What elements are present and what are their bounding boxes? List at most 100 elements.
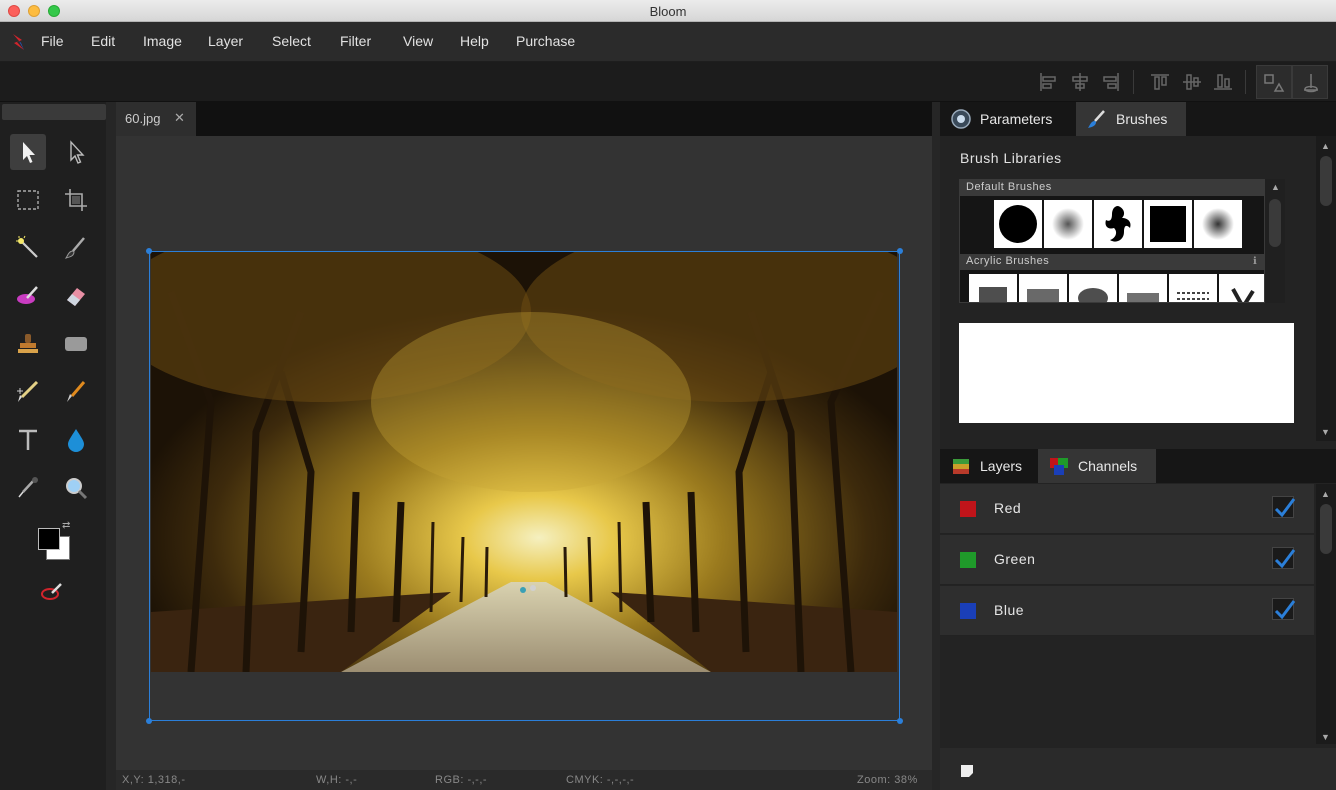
parameters-icon — [951, 109, 971, 129]
channel-row-blue[interactable]: Blue — [940, 586, 1314, 636]
red-channel-checkbox[interactable] — [1272, 496, 1296, 518]
menu-filter[interactable]: Filter — [340, 33, 371, 49]
tab-channels[interactable]: Channels — [1038, 449, 1156, 483]
direct-select-tool[interactable] — [58, 134, 94, 170]
smudge-tool[interactable] — [10, 278, 46, 314]
brush-tool[interactable] — [58, 230, 94, 266]
marquee-tool[interactable] — [10, 182, 46, 218]
brushes-panel-scrollbar[interactable]: ▲ ▼ — [1316, 136, 1336, 441]
align-top-icon[interactable] — [1148, 70, 1172, 94]
channels-panel-scrollbar[interactable]: ▲ ▼ — [1316, 484, 1336, 744]
brush-square[interactable] — [1144, 200, 1192, 248]
library-header-acrylic[interactable]: Acrylic Brushes — [960, 254, 1264, 270]
shape-tool[interactable] — [58, 326, 94, 362]
close-icon[interactable]: ✕ — [174, 110, 185, 126]
toolbar-separator — [1133, 70, 1134, 94]
text-tool[interactable] — [10, 422, 46, 458]
scroll-down-arrow-icon[interactable]: ▼ — [1321, 732, 1330, 742]
brush-acrylic-2[interactable] — [1019, 274, 1067, 302]
hollow-arrow-icon — [70, 140, 85, 164]
scroll-thumb[interactable] — [1320, 504, 1332, 554]
brush-acrylic-6[interactable] — [1219, 274, 1264, 302]
eraser-tool[interactable] — [58, 278, 94, 314]
align-middle-vertical-icon[interactable] — [1180, 70, 1204, 94]
menu-image[interactable]: Image — [143, 33, 182, 49]
status-wh: W,H: -,- — [316, 774, 358, 786]
library-header-default[interactable]: Default Brushes — [960, 180, 1264, 196]
shape-mode-button[interactable] — [1256, 65, 1292, 99]
menu-select[interactable]: Select — [272, 33, 311, 49]
blue-channel-checkbox[interactable] — [1272, 598, 1296, 620]
channel-row-green[interactable]: Green — [940, 535, 1314, 585]
brush-soft-round-2[interactable] — [1194, 200, 1242, 248]
align-bottom-icon[interactable] — [1211, 70, 1235, 94]
color-replace-tool[interactable] — [58, 374, 94, 410]
quick-mask-tool[interactable] — [34, 574, 70, 610]
tab-channels-label: Channels — [1078, 458, 1138, 474]
move-tool[interactable] — [10, 134, 46, 170]
anchor-mode-button[interactable] — [1292, 65, 1328, 99]
brush-dragon[interactable] — [1094, 200, 1142, 248]
square-brush-icon — [1150, 206, 1186, 242]
brush-library-scrollbar[interactable]: ▲ — [1265, 179, 1285, 303]
resize-handle-top-left[interactable] — [146, 248, 152, 254]
foreground-color-swatch[interactable] — [38, 528, 60, 550]
scroll-down-arrow-icon[interactable]: ▼ — [1321, 427, 1330, 437]
soft-round-brush-icon — [1202, 208, 1234, 240]
green-channel-checkbox[interactable] — [1272, 547, 1296, 569]
menu-edit[interactable]: Edit — [91, 33, 115, 49]
resize-handle-top-right[interactable] — [897, 248, 903, 254]
document-tab-bar: 60.jpg ✕ — [116, 102, 932, 136]
tab-brushes[interactable]: Brushes — [1076, 102, 1186, 136]
pen-tool[interactable] — [10, 374, 46, 410]
brush-acrylic-3[interactable] — [1069, 274, 1117, 302]
toolbox-grip[interactable] — [2, 104, 106, 120]
toolbar-separator — [1245, 70, 1246, 94]
tab-parameters-label: Parameters — [980, 111, 1053, 127]
tab-parameters[interactable]: Parameters — [940, 102, 1076, 136]
menu-layer[interactable]: Layer — [208, 33, 243, 49]
brush-acrylic-4[interactable] — [1119, 274, 1167, 302]
document-tab-label: 60.jpg — [125, 111, 161, 126]
scroll-thumb[interactable] — [1320, 156, 1332, 206]
arrow-cursor-icon — [23, 142, 35, 163]
selection-bounding-box[interactable] — [149, 251, 900, 721]
clone-stamp-tool[interactable] — [10, 326, 46, 362]
brush-hard-round[interactable] — [994, 200, 1042, 248]
align-right-icon[interactable] — [1099, 70, 1123, 94]
tab-brushes-label: Brushes — [1116, 111, 1168, 127]
resize-handle-bottom-right[interactable] — [897, 718, 903, 724]
checkmark-icon — [1274, 600, 1296, 620]
magic-wand-tool[interactable] — [10, 230, 46, 266]
menu-file[interactable]: File — [41, 33, 64, 49]
eyedropper-icon — [18, 477, 38, 498]
toolbox: ⇄ — [0, 102, 106, 790]
resize-handle-bottom-left[interactable] — [146, 718, 152, 724]
brush-soft-round[interactable] — [1044, 200, 1092, 248]
zoom-tool[interactable] — [58, 470, 94, 506]
color-swatches[interactable]: ⇄ — [38, 520, 72, 562]
document-tab[interactable]: 60.jpg ✕ — [116, 102, 196, 136]
blur-tool[interactable] — [58, 422, 94, 458]
swap-colors-icon[interactable]: ⇄ — [62, 520, 70, 531]
scroll-thumb[interactable] — [1269, 199, 1281, 247]
align-left-icon[interactable] — [1036, 70, 1060, 94]
new-channel-icon[interactable] — [960, 764, 974, 778]
orange-brush-icon — [67, 381, 86, 402]
eyedropper-tool[interactable] — [10, 470, 46, 506]
channel-row-red[interactable]: Red — [940, 484, 1314, 534]
brush-acrylic-5[interactable] — [1169, 274, 1217, 302]
info-icon[interactable]: ℹ — [1253, 256, 1257, 267]
scroll-up-arrow-icon[interactable]: ▲ — [1271, 182, 1280, 192]
crop-tool[interactable] — [58, 182, 94, 218]
brush-stroke-preview — [959, 323, 1294, 423]
scroll-up-arrow-icon[interactable]: ▲ — [1321, 489, 1330, 499]
menu-purchase[interactable]: Purchase — [516, 33, 575, 49]
menu-view[interactable]: View — [403, 33, 433, 49]
align-center-horizontal-icon[interactable] — [1068, 70, 1092, 94]
canvas-area: 60.jpg ✕ — [116, 102, 932, 790]
menu-help[interactable]: Help — [460, 33, 489, 49]
brush-acrylic-1[interactable] — [969, 274, 1017, 302]
tab-layers[interactable]: Layers — [940, 449, 1038, 483]
scroll-up-arrow-icon[interactable]: ▲ — [1321, 141, 1330, 151]
